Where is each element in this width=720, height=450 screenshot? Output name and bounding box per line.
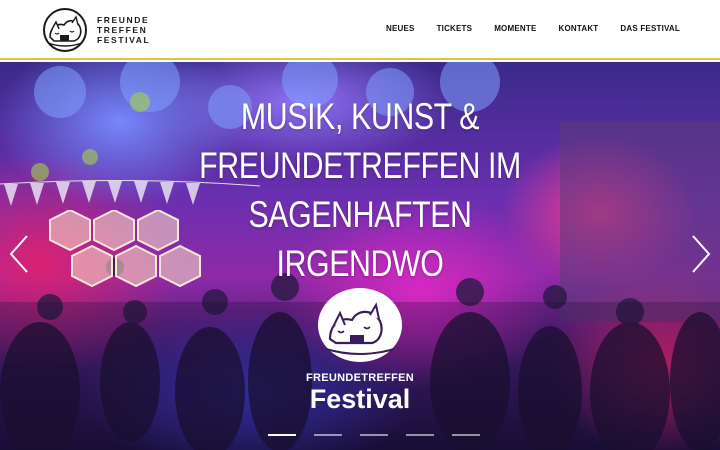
slider-dot[interactable] xyxy=(360,434,388,436)
logo-wordmark: FREUNDE TREFFEN FESTIVAL xyxy=(97,15,150,45)
nav-item-neues[interactable]: NEUES xyxy=(386,24,415,33)
tagline-line: MUSIK, KUNST & xyxy=(240,96,480,137)
festival-logo: FREUNDETREFFEN Festival xyxy=(300,287,420,414)
chevron-left-icon[interactable] xyxy=(7,234,31,274)
slider-dot[interactable] xyxy=(314,434,342,436)
festival-emblem-icon xyxy=(318,288,402,362)
logo-emblem-icon xyxy=(43,8,87,52)
hero-slider: MUSIK, KUNST & FREUNDETREFFEN IM SAGENHA… xyxy=(0,62,720,450)
slider-dot[interactable] xyxy=(406,434,434,436)
tagline-line: SAGENHAFTEN IRGENDWO xyxy=(248,194,472,284)
slider-dot[interactable] xyxy=(452,434,480,436)
chevron-right-icon[interactable] xyxy=(689,234,713,274)
logo-line: FESTIVAL xyxy=(97,35,151,45)
festival-name: FREUNDETREFFEN xyxy=(305,372,415,384)
hero-tagline: MUSIK, KUNST & FREUNDETREFFEN IM SAGENHA… xyxy=(188,92,532,288)
slider-pagination xyxy=(268,434,480,436)
logo-line: FREUNDE xyxy=(97,15,150,25)
nav-item-tickets[interactable]: TICKETS xyxy=(437,24,473,33)
tagline-line: FREUNDETREFFEN IM xyxy=(199,145,521,186)
site-header: FREUNDE TREFFEN FESTIVAL NEUES TICKETS M… xyxy=(0,0,720,60)
nav-item-momente[interactable]: MOMENTE xyxy=(494,24,536,33)
main-nav: NEUES TICKETS MOMENTE KONTAKT DAS FESTIV… xyxy=(386,24,680,33)
festival-subtitle: Festival xyxy=(309,384,411,414)
hexagon-light-wall xyxy=(49,210,201,288)
logo-line: TREFFEN xyxy=(97,25,148,35)
nav-item-das-festival[interactable]: DAS FESTIVAL xyxy=(620,24,680,33)
slider-dot[interactable] xyxy=(268,434,296,436)
site-logo[interactable]: FREUNDE TREFFEN FESTIVAL xyxy=(40,7,150,53)
nav-item-kontakt[interactable]: KONTAKT xyxy=(558,24,598,33)
